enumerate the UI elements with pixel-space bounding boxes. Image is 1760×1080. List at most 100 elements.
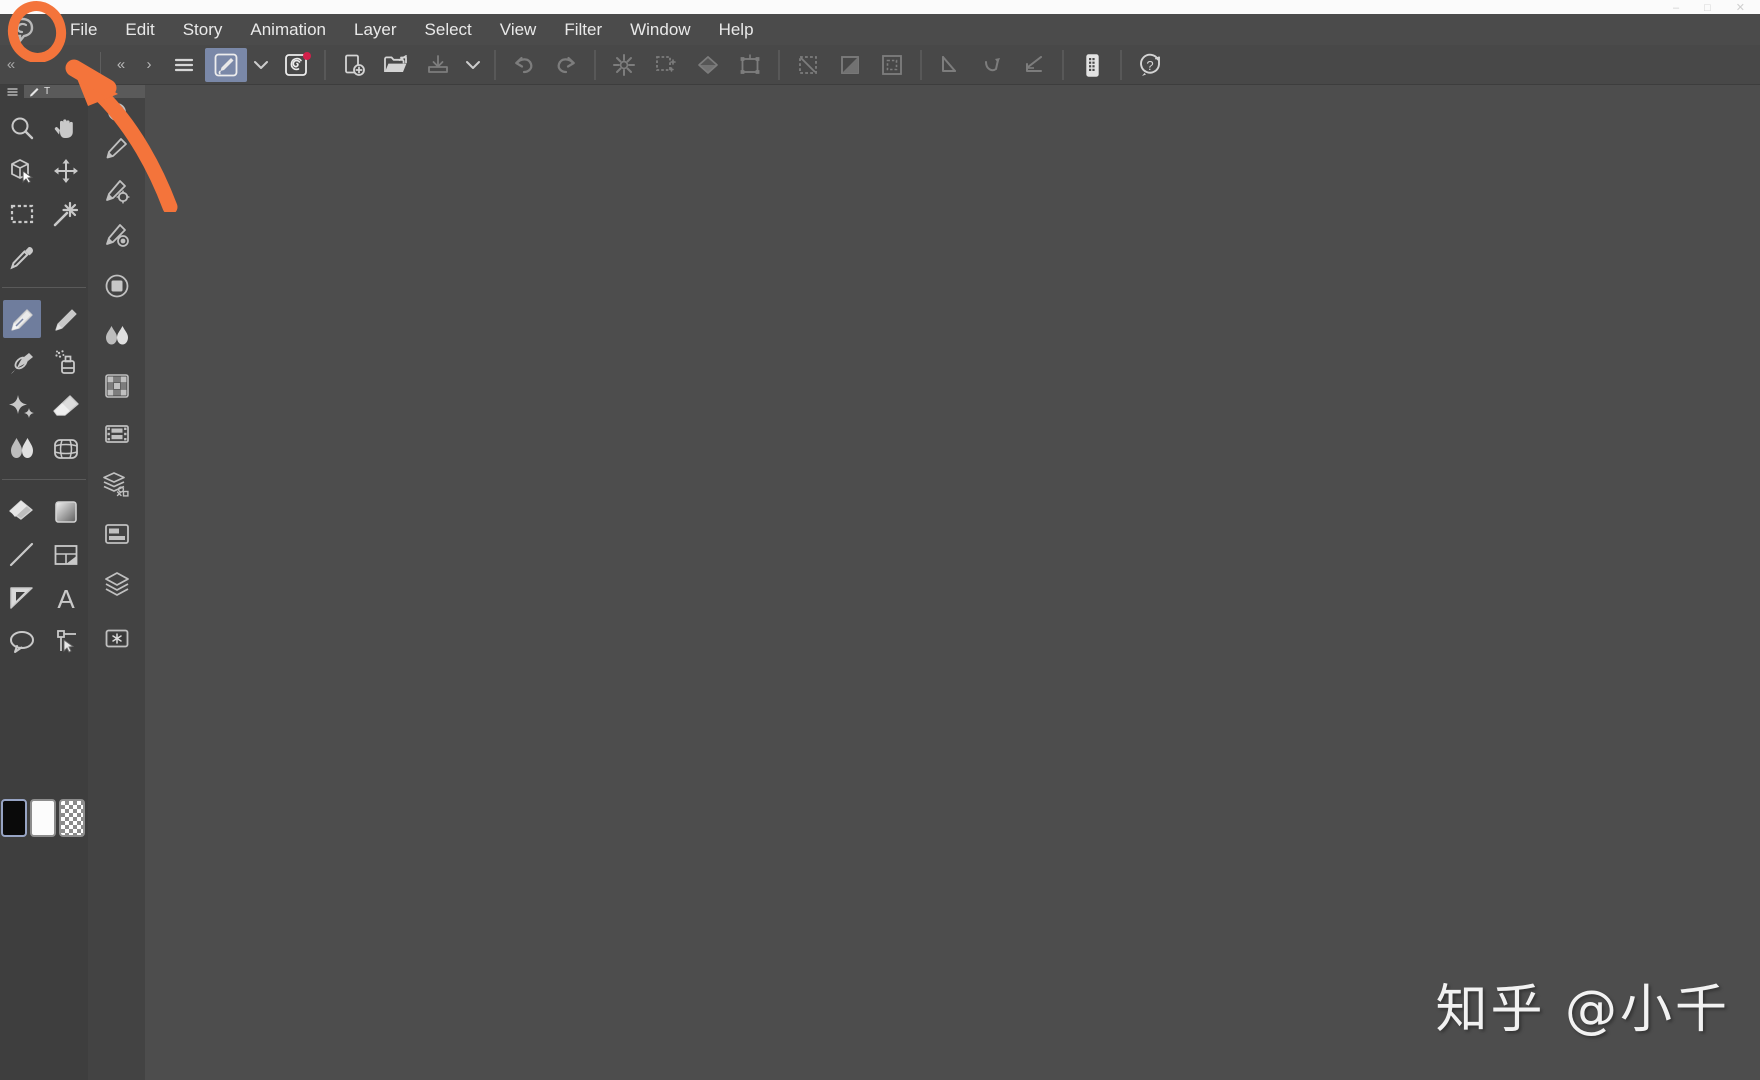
divider xyxy=(1062,49,1064,80)
maximize-button[interactable]: □ xyxy=(1704,2,1712,14)
tool-eraser[interactable] xyxy=(44,384,88,427)
tool-gradient[interactable] xyxy=(44,490,88,533)
tool-airbrush[interactable] xyxy=(44,341,88,384)
tool-brush[interactable] xyxy=(0,341,44,384)
canvas-area[interactable] xyxy=(145,86,1760,1080)
snap-special-ruler-button[interactable] xyxy=(971,48,1013,82)
subtool-quick-mask[interactable] xyxy=(88,616,145,660)
tool-balloon[interactable] xyxy=(0,619,44,662)
tool-eyedropper[interactable] xyxy=(0,235,44,278)
tool-blend[interactable] xyxy=(0,427,44,470)
gradient-square-icon xyxy=(55,500,77,523)
tool-marquee[interactable] xyxy=(0,192,44,235)
command-bar-menu-button[interactable] xyxy=(163,48,205,82)
tool-property-title-tab[interactable]: T xyxy=(24,85,145,98)
tool-frame-border[interactable] xyxy=(44,533,88,576)
tool-decoration[interactable] xyxy=(0,384,44,427)
command-bar-expand-icon[interactable]: › xyxy=(135,45,163,85)
menu-view[interactable]: View xyxy=(486,14,551,45)
menu-layer[interactable]: Layer xyxy=(340,14,411,45)
redo-button[interactable] xyxy=(545,48,587,82)
undo-button[interactable] xyxy=(503,48,545,82)
swatch-sub-color[interactable] xyxy=(30,799,56,837)
tool-fill[interactable] xyxy=(0,490,44,533)
minimize-button[interactable]: – xyxy=(1673,2,1680,14)
sub-tool-icon-column xyxy=(88,98,145,1080)
menu-edit[interactable]: Edit xyxy=(111,14,168,45)
clip-studio-button[interactable] xyxy=(275,48,317,82)
tool-text[interactable]: A xyxy=(44,576,88,619)
pen-square-icon xyxy=(214,53,238,76)
set-square-icon xyxy=(10,586,33,609)
new-file-button[interactable] xyxy=(333,48,375,82)
tool-3d-object[interactable] xyxy=(44,619,88,662)
tool-figure[interactable] xyxy=(0,533,44,576)
tool-ruler[interactable] xyxy=(0,576,44,619)
command-bar: « « › ? xyxy=(0,45,1760,85)
command-bar-collapse-icon[interactable]: « xyxy=(107,45,135,85)
snap-grid-button[interactable] xyxy=(1013,48,1055,82)
swatch-transparent[interactable] xyxy=(59,799,85,837)
subtool-pen-circle[interactable] xyxy=(88,98,145,126)
tool-magnifier[interactable] xyxy=(0,106,44,149)
menu-story[interactable]: Story xyxy=(169,14,237,45)
layers-stack-icon xyxy=(104,572,129,596)
tool-correct-line[interactable] xyxy=(44,427,88,470)
svg-text:A: A xyxy=(57,584,75,613)
subtool-animation-cels[interactable] xyxy=(88,462,145,506)
pen-gear-icon xyxy=(105,180,130,204)
menu-filter[interactable]: Filter xyxy=(550,14,616,45)
tool-property-menu-button[interactable] xyxy=(0,86,24,98)
subtool-layer-property[interactable] xyxy=(88,264,145,308)
save-file-button[interactable] xyxy=(417,48,459,82)
eyedropper-icon xyxy=(10,246,33,269)
subtool-timeline[interactable] xyxy=(88,412,145,456)
invert-selection-button[interactable] xyxy=(829,48,871,82)
quick-access-dropdown[interactable] xyxy=(247,48,275,82)
subtool-color-mixing[interactable] xyxy=(88,314,145,358)
four-arrows-icon xyxy=(54,158,78,183)
ruler-snap-off-button[interactable] xyxy=(929,48,971,82)
tool-hand[interactable] xyxy=(44,106,88,149)
tool-pen[interactable] xyxy=(0,298,44,341)
save-dropdown[interactable] xyxy=(459,48,487,82)
clip-studio-logo-icon[interactable] xyxy=(0,14,44,45)
deselect-button[interactable] xyxy=(787,48,829,82)
tool-move-layer[interactable] xyxy=(44,149,88,192)
tool-rotate-3d[interactable] xyxy=(0,149,44,192)
close-button[interactable]: ✕ xyxy=(1736,1,1746,14)
menu-select[interactable]: Select xyxy=(411,14,486,45)
tool-pencil[interactable] xyxy=(44,298,88,341)
subtool-material[interactable] xyxy=(88,364,145,408)
subtool-layer-list[interactable] xyxy=(88,512,145,556)
snap-special-ruler-icon xyxy=(985,57,1000,71)
mobile-view-button[interactable] xyxy=(1071,48,1113,82)
fill-selection-button[interactable] xyxy=(645,48,687,82)
divider xyxy=(100,51,101,78)
menu-window[interactable]: Window xyxy=(616,14,704,45)
scale-rotate-button[interactable] xyxy=(729,48,771,82)
command-bar-collapse-left-icon[interactable]: « xyxy=(0,45,22,85)
swatch-main-color[interactable] xyxy=(1,799,27,837)
speech-balloon-icon xyxy=(10,630,34,653)
snap-grid-icon xyxy=(1026,55,1042,72)
subtool-layers[interactable] xyxy=(88,562,145,606)
subtool-pen-settings[interactable] xyxy=(88,170,145,214)
tool-auto-select[interactable] xyxy=(44,192,88,235)
divider xyxy=(494,49,496,80)
os-title-strip: – □ ✕ xyxy=(0,0,1760,14)
clear-button[interactable] xyxy=(603,48,645,82)
expand-selection-button[interactable] xyxy=(871,48,913,82)
fill-bucket-button[interactable] xyxy=(687,48,729,82)
app-logo-slot xyxy=(0,14,56,45)
help-button[interactable]: ? xyxy=(1129,48,1171,82)
menu-file[interactable]: File xyxy=(56,14,111,45)
open-file-button[interactable] xyxy=(375,48,417,82)
subtool-pen-plain[interactable] xyxy=(88,126,145,170)
menu-bar-items: File Edit Story Animation Layer Select V… xyxy=(56,14,768,45)
menu-help[interactable]: Help xyxy=(705,14,768,45)
object-pointer-icon xyxy=(57,629,76,653)
menu-animation[interactable]: Animation xyxy=(236,14,340,45)
subtool-brush-size[interactable] xyxy=(88,214,145,258)
quick-access-button[interactable] xyxy=(205,47,247,82)
